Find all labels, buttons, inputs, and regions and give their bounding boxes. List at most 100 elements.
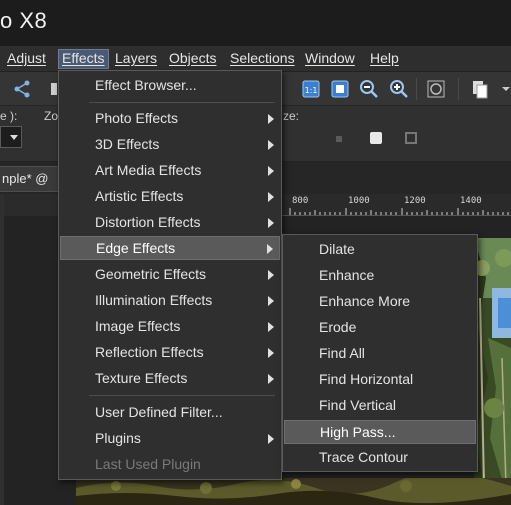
- menu-item-erode[interactable]: Erode: [284, 316, 476, 340]
- menu-item-plugins[interactable]: Plugins: [60, 427, 280, 451]
- chevron-right-icon: [268, 166, 274, 176]
- size-label: ze:: [283, 109, 300, 123]
- menu-item-geometric-effects[interactable]: Geometric Effects: [60, 263, 280, 287]
- photo-image-bottom: [76, 478, 511, 505]
- grid-icon[interactable]: [405, 132, 417, 144]
- chevron-right-icon: [268, 192, 274, 202]
- chevron-right-icon: [268, 296, 274, 306]
- menu-window[interactable]: Window: [305, 50, 355, 70]
- chevron-right-icon: [268, 434, 274, 444]
- title-bar: o X8: [0, 0, 511, 46]
- chevron-right-icon: [268, 348, 274, 358]
- menu-item-user-defined-filter[interactable]: User Defined Filter...: [60, 401, 280, 425]
- menu-item-illumination-effects[interactable]: Illumination Effects: [60, 289, 280, 313]
- menu-item-label: Image Effects: [95, 318, 181, 334]
- menu-separator: [89, 395, 275, 396]
- menu-item-edge-effects[interactable]: Edge Effects: [60, 236, 280, 260]
- menu-item-enhance-more[interactable]: Enhance More: [284, 290, 476, 314]
- share-icon[interactable]: [12, 79, 32, 99]
- menu-item-label: High Pass...: [320, 424, 396, 440]
- menu-item-label: Plugins: [95, 430, 141, 446]
- menu-item-label: Find Horizontal: [319, 371, 414, 387]
- ruler-label: 1400: [460, 196, 482, 206]
- toolbar-separator-2: [458, 78, 459, 100]
- menu-item-label: Effect Browser...: [95, 77, 197, 93]
- svg-text:1:1: 1:1: [305, 86, 318, 95]
- chevron-right-icon: [268, 140, 274, 150]
- menu-item-art-media-effects[interactable]: Art Media Effects: [60, 159, 280, 183]
- menu-item-label: User Defined Filter...: [95, 404, 223, 420]
- dice-icon[interactable]: [370, 132, 382, 144]
- menu-item-label: 3D Effects: [95, 136, 160, 152]
- overview-icon[interactable]: [426, 79, 446, 99]
- copy-icon[interactable]: [470, 79, 490, 99]
- menu-layers[interactable]: Layers: [115, 50, 157, 70]
- option-dropdown[interactable]: [0, 126, 22, 148]
- menu-item-label: Find Vertical: [319, 397, 397, 413]
- menu-item-label: Illumination Effects: [95, 292, 213, 308]
- menu-item-distortion-effects[interactable]: Distortion Effects: [60, 211, 280, 235]
- menu-adjust[interactable]: Adjust: [7, 50, 46, 70]
- menu-item-reflection-effects[interactable]: Reflection Effects: [60, 341, 280, 365]
- menu-item-label: Texture Effects: [95, 370, 188, 386]
- menu-item-label: Last Used Plugin: [95, 456, 201, 472]
- chevron-right-icon: [268, 218, 274, 228]
- menu-item-3d-effects[interactable]: 3D Effects: [60, 133, 280, 157]
- menu-item-label: Enhance: [319, 267, 375, 283]
- menu-item-effect-browser[interactable]: Effect Browser...: [60, 74, 280, 98]
- horizontal-ruler: 800 1000 1200 1400: [282, 194, 511, 216]
- menu-item-artistic-effects[interactable]: Artistic Effects: [60, 185, 280, 209]
- ruler-label: 1000: [348, 196, 370, 206]
- menu-item-label: Reflection Effects: [95, 344, 204, 360]
- document-tab[interactable]: nple* @: [0, 166, 60, 192]
- menu-item-label: Trace Contour: [319, 449, 408, 465]
- effects-menu: Effect Browser... Photo Effects 3D Effec…: [58, 70, 282, 480]
- chevron-right-icon: [268, 114, 274, 124]
- menu-item-label: Distortion Effects: [95, 214, 201, 230]
- zoom-out-icon[interactable]: [359, 79, 379, 99]
- menu-item-label: Art Media Effects: [95, 162, 202, 178]
- menu-bar: Adjust Effects Layers Objects Selections…: [0, 46, 511, 72]
- menu-item-trace-contour[interactable]: Trace Contour: [284, 446, 476, 470]
- ruler-label: 800: [292, 196, 309, 206]
- fit-window-icon[interactable]: [330, 79, 350, 99]
- menu-item-label: Artistic Effects: [95, 188, 184, 204]
- zoom-in-icon[interactable]: [389, 79, 409, 99]
- chevron-right-icon: [268, 374, 274, 384]
- chevron-right-icon: [267, 244, 273, 254]
- menu-item-label: Edge Effects: [96, 240, 176, 256]
- dot-icon[interactable]: [336, 136, 342, 142]
- menu-item-find-all[interactable]: Find All: [284, 342, 476, 366]
- menu-help[interactable]: Help: [370, 50, 399, 70]
- menu-item-photo-effects[interactable]: Photo Effects: [60, 107, 280, 131]
- chevron-down-icon: [10, 135, 18, 140]
- chevron-down-icon[interactable]: [496, 79, 510, 99]
- menu-item-label: Enhance More: [319, 293, 411, 309]
- menu-objects[interactable]: Objects: [169, 50, 216, 70]
- ruler-label: 1200: [404, 196, 426, 206]
- chevron-right-icon: [268, 322, 274, 332]
- menu-item-find-horizontal[interactable]: Find Horizontal: [284, 368, 476, 392]
- actual-size-icon[interactable]: 1:1: [301, 79, 321, 99]
- menu-item-label: Photo Effects: [95, 110, 179, 126]
- chevron-right-icon: [268, 270, 274, 280]
- menu-item-label: Erode: [319, 319, 357, 335]
- menu-item-enhance[interactable]: Enhance: [284, 264, 476, 288]
- menu-effects[interactable]: Effects: [58, 49, 109, 69]
- toolbar-separator: [416, 78, 417, 100]
- menu-item-dilate[interactable]: Dilate: [284, 238, 476, 262]
- photo-canvas[interactable]: [474, 238, 511, 486]
- menu-item-image-effects[interactable]: Image Effects: [60, 315, 280, 339]
- menu-item-last-used-plugin: Last Used Plugin: [60, 453, 280, 477]
- vertical-ruler: [0, 194, 4, 505]
- menu-separator: [89, 102, 275, 103]
- menu-item-high-pass[interactable]: High Pass...: [284, 420, 476, 444]
- photo-canvas-bottom[interactable]: [76, 478, 511, 505]
- option-label: e ):: [0, 109, 18, 123]
- app-title: o X8: [0, 8, 48, 33]
- menu-item-find-vertical[interactable]: Find Vertical: [284, 394, 476, 418]
- photo-image: [474, 238, 511, 486]
- menu-item-texture-effects[interactable]: Texture Effects: [60, 367, 280, 391]
- zoom-label: Zo: [44, 109, 59, 123]
- menu-selections[interactable]: Selections: [230, 50, 295, 70]
